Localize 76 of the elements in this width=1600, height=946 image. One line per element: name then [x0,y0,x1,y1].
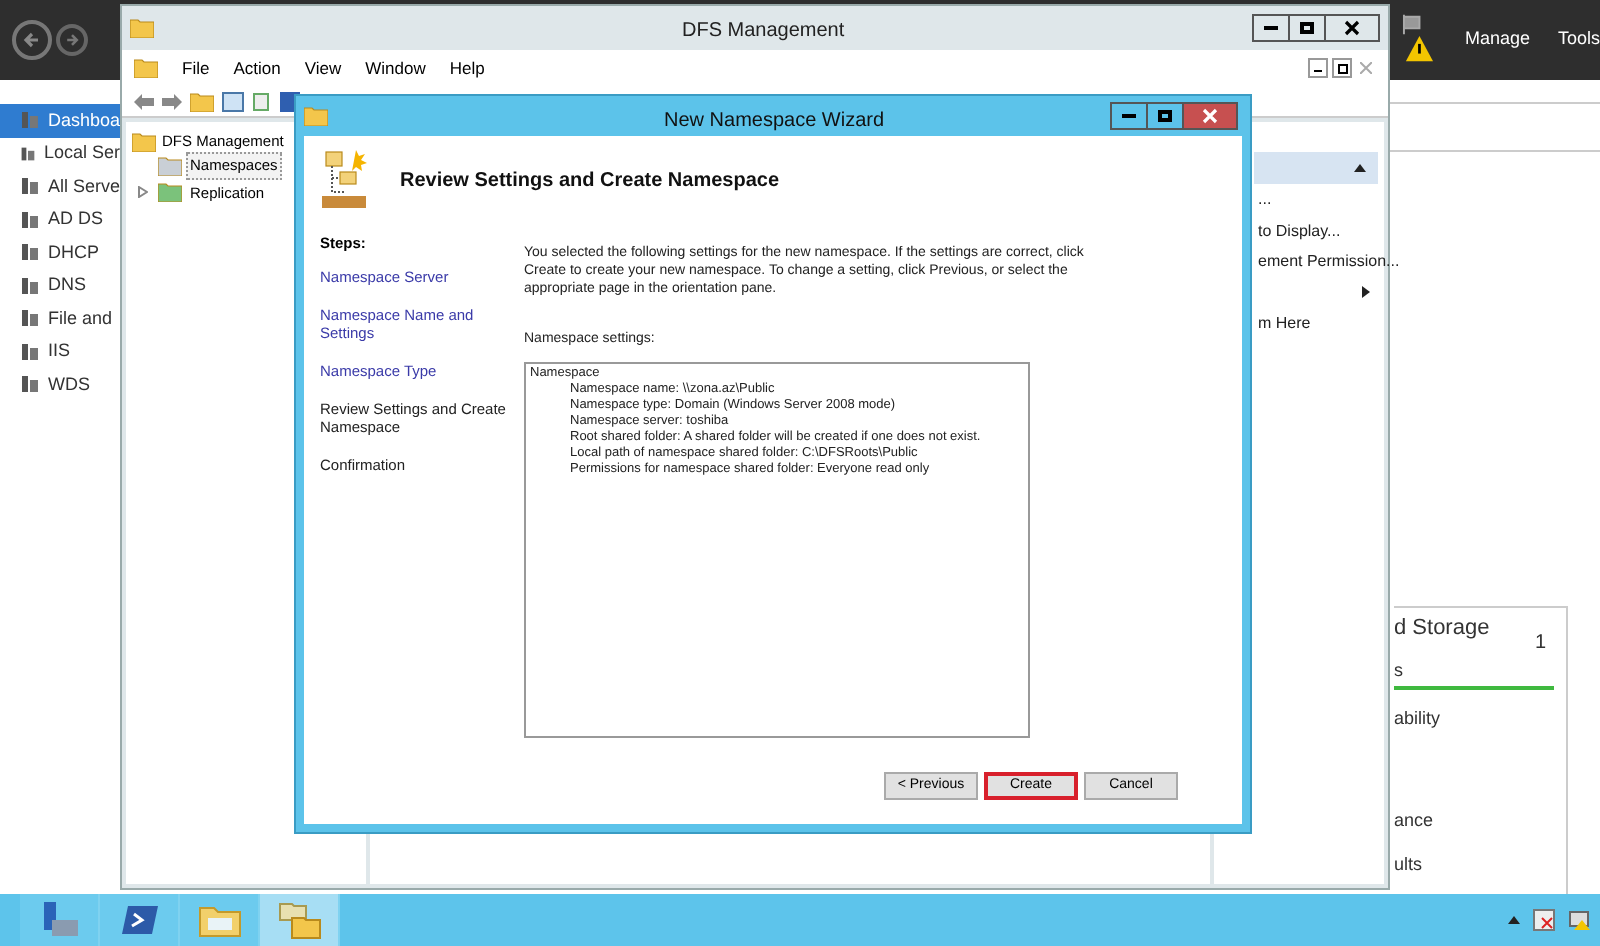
forward-button[interactable] [56,24,88,56]
close-icon [1360,62,1372,74]
taskbar-button[interactable] [20,894,100,946]
server-icon [20,308,40,329]
collapse-icon[interactable] [1354,164,1366,172]
sidebar-item[interactable]: DNS [0,269,120,302]
tile-row[interactable]: ults [1394,851,1566,878]
menu-item[interactable]: View [304,55,342,81]
sidebar-item[interactable]: WDS [0,368,120,401]
wizard-heading: Review Settings and Create Namespace [400,167,780,195]
tile-title: d Storage [1394,614,1490,644]
app-icon [134,58,158,78]
server-manager-icon [39,900,79,940]
sidebar-item[interactable]: DHCP [0,236,120,269]
panel-icon[interactable] [222,91,244,111]
server-icon [20,341,40,362]
header-menu[interactable]: Manage [1464,26,1530,54]
app-icon [304,106,328,126]
warning-flag-icon[interactable] [1402,14,1437,66]
back-arrow-icon [22,30,42,50]
tile-row[interactable]: s [1394,658,1566,685]
sidebar-item[interactable]: All Serve [0,170,120,203]
taskbar-button[interactable] [260,894,340,946]
forward-arrow-icon [64,32,80,48]
wizard-title: New Namespace Wizard [664,108,885,136]
server-icon [20,374,40,395]
app-icon [130,18,154,38]
menu-item[interactable]: Action [233,55,281,81]
sidebar-item[interactable]: IIS [0,335,120,368]
tile-row[interactable]: ance [1394,808,1566,835]
menu-item[interactable]: File [182,55,210,81]
close-icon [1202,108,1218,124]
minimize-button[interactable] [1110,102,1148,130]
sidebar-item[interactable]: File and [0,302,120,335]
sidebar-item[interactable]: Dashboa [0,104,120,137]
window-title: DFS Management [682,18,845,46]
terminal-icon [121,902,157,938]
server-icon [20,176,40,197]
folder-icon [158,155,182,176]
taskbar-button[interactable] [180,894,260,946]
menu-item[interactable]: Help [449,55,485,81]
header-menu[interactable]: Tools [1557,26,1600,54]
tile-row[interactable]: ability [1394,705,1566,732]
taskbar-button[interactable] [100,894,180,946]
server-icon [20,143,36,164]
forward-arrow-icon[interactable] [162,93,182,109]
maximize-button[interactable] [1290,14,1324,42]
action-link[interactable]: ement Permission... [1258,246,1400,277]
action-link[interactable]: to Display... [1258,215,1341,246]
tray-caret-icon[interactable] [1508,916,1520,924]
folder-icon [197,902,241,938]
folder-up-icon [190,91,214,111]
server-icon [20,242,40,263]
tile-count: 1 [1534,630,1546,658]
wizard-icon [320,148,372,212]
sidebar-item[interactable]: AD DS [0,203,120,236]
server-icon [20,209,40,230]
folder-icon [158,182,182,203]
server-icon [20,275,40,296]
action-link[interactable]: ... [1258,184,1272,215]
folders-icon [277,900,321,940]
back-arrow-icon[interactable] [134,93,154,109]
server-icon [20,110,40,131]
menu-item[interactable]: Window [365,55,426,81]
submenu-arrow-icon[interactable] [1362,286,1370,299]
expand-icon[interactable] [138,186,148,199]
dfs-icon [132,131,156,152]
minimize-button[interactable] [1308,58,1328,78]
close-icon [1344,20,1360,36]
minimize-button[interactable] [1252,14,1290,42]
sidebar-item[interactable]: Local Ser [0,137,120,170]
close-button[interactable] [1324,14,1380,42]
back-button[interactable] [12,20,52,60]
restore-button[interactable] [1332,58,1352,78]
action-link[interactable]: m Here [1258,308,1311,339]
close-button[interactable] [1182,102,1238,130]
